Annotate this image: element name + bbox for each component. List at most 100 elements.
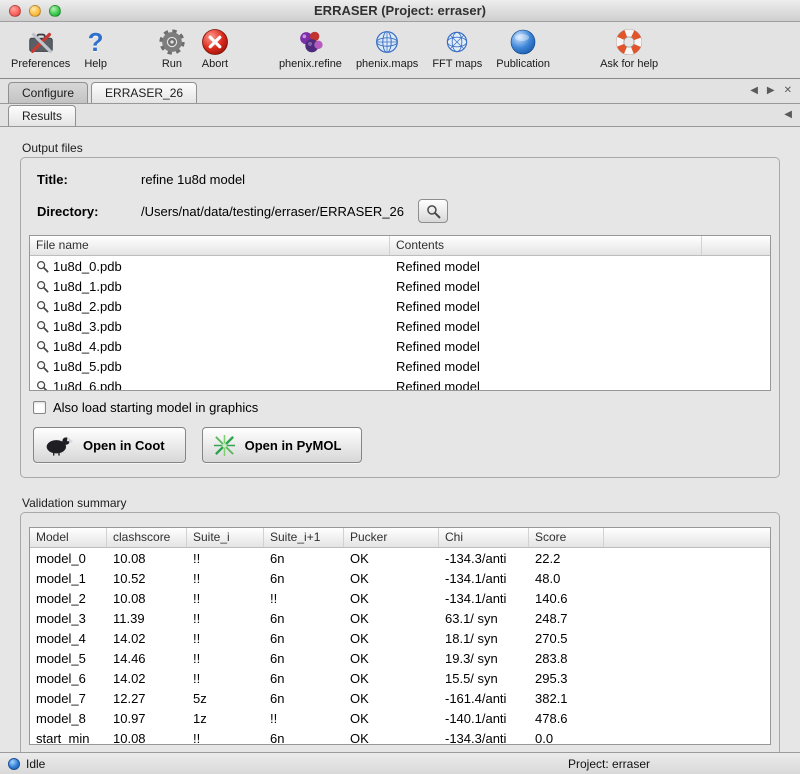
file-contents: Refined model <box>390 379 702 392</box>
status-project-text: Project: erraser <box>568 757 650 771</box>
open-in-pymol-button[interactable]: Open in PyMOL <box>202 427 363 463</box>
tab-configure[interactable]: Configure <box>8 82 88 103</box>
toolbar-label: Ask for help <box>600 58 658 70</box>
pymol-icon <box>213 434 236 457</box>
tab-scroll-right-icon[interactable]: ▶ <box>767 86 775 96</box>
phenix-maps-button[interactable]: phenix.maps <box>349 25 425 70</box>
output-files-table: File name Contents 1u8d_0.pdb <box>29 235 771 391</box>
output-files-groupbox: Title: refine 1u8d model Directory: /Use… <box>20 157 780 478</box>
validation-row[interactable]: model_3 11.39 !! 6n OK 63.1/ syn 248.7 <box>30 608 770 628</box>
file-row[interactable]: 1u8d_3.pdb Refined model <box>30 316 770 336</box>
cell-clashscore: 11.39 <box>107 611 187 626</box>
validation-row[interactable]: model_2 10.08 !! !! OK -134.1/anti 140.6 <box>30 588 770 608</box>
tab-nav-controls: ◀ ▶ ✕ <box>750 86 792 96</box>
help-button[interactable]: ? Help <box>77 25 114 70</box>
toolbar-label: phenix.maps <box>356 58 418 70</box>
tab-erraser-26[interactable]: ERRASER_26 <box>91 82 197 103</box>
directory-value: /Users/nat/data/testing/erraser/ERRASER_… <box>141 204 404 219</box>
validation-row[interactable]: model_8 10.97 1z !! OK -140.1/anti 478.6 <box>30 708 770 728</box>
toolbar-label: Abort <box>202 58 228 70</box>
file-name: 1u8d_6.pdb <box>53 379 122 392</box>
tab-scroll-left-icon[interactable]: ◀ <box>750 86 758 96</box>
validation-table-header: Model clashscore Suite_i Suite_i+1 Pucke… <box>30 528 770 548</box>
cell-chi: -134.3/anti <box>439 731 529 746</box>
magnifier-icon <box>36 300 49 313</box>
cell-suite-i: 5z <box>187 691 264 706</box>
phenix-refine-button[interactable]: phenix.refine <box>272 25 349 70</box>
status-bar: Idle Project: erraser <box>0 752 800 774</box>
column-chi[interactable]: Chi <box>439 528 529 547</box>
toolbar-label: Publication <box>496 58 550 70</box>
column-contents[interactable]: Contents <box>390 236 702 255</box>
file-contents: Refined model <box>390 319 702 334</box>
help-icon: ? <box>88 25 104 58</box>
cell-score: 48.0 <box>529 571 604 586</box>
toolbar-label: Help <box>84 58 107 70</box>
validation-row[interactable]: model_5 14.46 !! 6n OK 19.3/ syn 283.8 <box>30 648 770 668</box>
file-row[interactable]: 1u8d_5.pdb Refined model <box>30 356 770 376</box>
cell-clashscore: 10.08 <box>107 591 187 606</box>
file-contents: Refined model <box>390 339 702 354</box>
cell-clashscore: 10.52 <box>107 571 187 586</box>
file-row[interactable]: 1u8d_1.pdb Refined model <box>30 276 770 296</box>
cell-suite-i: !! <box>187 631 264 646</box>
main-tab-bar: Configure ERRASER_26 ◀ ▶ ✕ <box>0 79 800 104</box>
cell-model: model_0 <box>30 551 107 566</box>
cell-score: 22.2 <box>529 551 604 566</box>
column-file-name[interactable]: File name <box>30 236 390 255</box>
cell-pucker: OK <box>344 691 439 706</box>
column-suite-i[interactable]: Suite_i <box>187 528 264 547</box>
validation-row[interactable]: model_0 10.08 !! 6n OK -134.3/anti 22.2 <box>30 548 770 568</box>
cell-suite-i: !! <box>187 611 264 626</box>
run-button[interactable]: Run <box>150 25 194 70</box>
column-score[interactable]: Score <box>529 528 604 547</box>
magnifier-icon <box>36 280 49 293</box>
tab-results[interactable]: Results <box>8 105 76 126</box>
cell-clashscore: 10.08 <box>107 731 187 746</box>
publication-button[interactable]: Publication <box>489 25 557 70</box>
phenix-refine-icon <box>295 25 325 58</box>
file-row[interactable]: 1u8d_4.pdb Refined model <box>30 336 770 356</box>
cell-model: model_3 <box>30 611 107 626</box>
fft-maps-button[interactable]: FFT maps <box>425 25 489 70</box>
cell-pucker: OK <box>344 611 439 626</box>
file-row[interactable]: 1u8d_0.pdb Refined model <box>30 256 770 276</box>
cell-suite-i1: 6n <box>264 611 344 626</box>
ask-for-help-button[interactable]: Ask for help <box>593 25 665 70</box>
cell-pucker: OK <box>344 731 439 746</box>
title-label: Title: <box>37 172 141 187</box>
open-buttons-row: Open in Coot Open in PyMOL <box>33 427 771 463</box>
cell-suite-i1: 6n <box>264 731 344 746</box>
validation-row[interactable]: model_6 14.02 !! 6n OK 15.5/ syn 295.3 <box>30 668 770 688</box>
open-in-coot-button[interactable]: Open in Coot <box>33 427 186 463</box>
toolbar-label: Preferences <box>11 58 70 70</box>
cell-suite-i1: !! <box>264 711 344 726</box>
sub-tab-bar: Results ◀ <box>0 104 800 127</box>
file-row[interactable]: 1u8d_2.pdb Refined model <box>30 296 770 316</box>
output-files-group-label: Output files <box>22 141 780 155</box>
load-starting-model-checkbox[interactable] <box>33 401 46 414</box>
preferences-button[interactable]: Preferences <box>4 25 77 70</box>
cell-model: model_4 <box>30 631 107 646</box>
cell-chi: -134.1/anti <box>439 591 529 606</box>
column-clashscore[interactable]: clashscore <box>107 528 187 547</box>
sub-tab-scroll-left-icon[interactable]: ◀ <box>784 110 792 120</box>
abort-button[interactable]: Abort <box>194 25 236 70</box>
validation-row[interactable]: model_4 14.02 !! 6n OK 18.1/ syn 270.5 <box>30 628 770 648</box>
cell-score: 140.6 <box>529 591 604 606</box>
cell-suite-i1: 6n <box>264 571 344 586</box>
cell-suite-i: !! <box>187 731 264 746</box>
browse-directory-button[interactable] <box>418 199 448 223</box>
file-name: 1u8d_2.pdb <box>53 299 122 314</box>
title-row: Title: refine 1u8d model <box>37 172 771 187</box>
cell-score: 0.0 <box>529 731 604 746</box>
validation-row[interactable]: start_min 10.08 !! 6n OK -134.3/anti 0.0 <box>30 728 770 745</box>
column-suite-i1[interactable]: Suite_i+1 <box>264 528 344 547</box>
column-pucker[interactable]: Pucker <box>344 528 439 547</box>
cell-model: model_1 <box>30 571 107 586</box>
file-row[interactable]: 1u8d_6.pdb Refined model <box>30 376 770 391</box>
validation-row[interactable]: model_1 10.52 !! 6n OK -134.1/anti 48.0 <box>30 568 770 588</box>
validation-row[interactable]: model_7 12.27 5z 6n OK -161.4/anti 382.1 <box>30 688 770 708</box>
column-model[interactable]: Model <box>30 528 107 547</box>
tab-close-icon[interactable]: ✕ <box>784 86 792 96</box>
